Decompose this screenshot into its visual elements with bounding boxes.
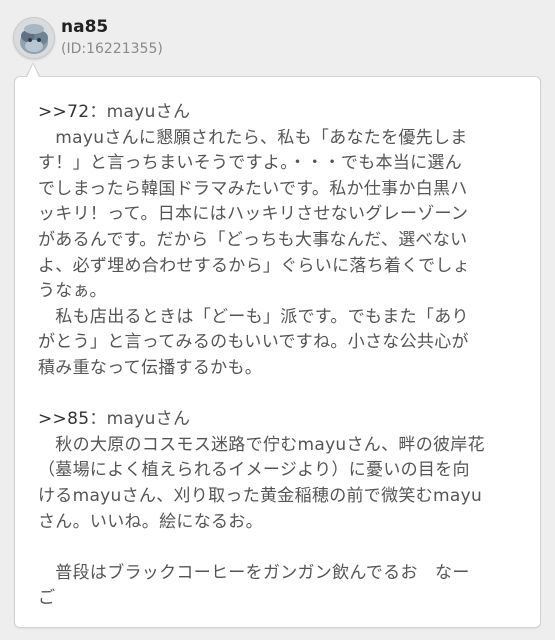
reply-line: >>85：mayuさん — [38, 407, 528, 433]
post-text-line: けるmayuさん、刈り取った黄金稲穂の前で微笑むmayu — [38, 485, 483, 506]
post-text-line: 積み重なって伝播するかも。 — [38, 357, 263, 378]
user-avatar[interactable] — [13, 17, 55, 59]
post-text-line: がとう」と言ってみるのもいいですね。小さな公共心が — [38, 332, 469, 353]
reply-target: ：mayuさん — [89, 102, 191, 122]
post-text-line: さん。いいね。絵になるお。 — [38, 511, 263, 532]
reply-anchor-link[interactable]: >>72 — [38, 102, 89, 122]
avatar-photo-icon — [14, 18, 54, 58]
post-body: >>72：mayuさん mayuさんに懇願されたら、私も「あなたを優先しま す！」… — [38, 100, 528, 612]
username[interactable]: na85 — [61, 17, 108, 37]
post-text-line: （墓場によく植えられるイメージより）に憂いの目を向 — [38, 460, 470, 481]
reply-target: ：mayuさん — [89, 409, 191, 430]
post-text-line: 私も店出るときは「どーも」派です。でもまた「あり — [38, 306, 469, 327]
reply-line: >>72：mayuさん — [38, 100, 528, 126]
reply-anchor-link[interactable]: >>85 — [38, 409, 89, 429]
post-text-line: があるんです。だから「どっちも大事なんだ、選べない — [38, 229, 468, 250]
post-text-line: よ、必ず埋め合わせするから」ぐらいに落ち着くでしょ — [38, 255, 470, 276]
post-text-line: ッキリ！って。日本にはハッキリさせないグレーゾーン — [38, 204, 469, 225]
post-text-line: す！」と言っちまいそうですよ。・・・でも本当に選ん — [38, 153, 462, 174]
post-text-line: mayuさんに懇願されたら、私も「あなたを優先しま — [38, 127, 468, 148]
post-text-line: 普段はブラックコーヒーをガンガン飲んでるお なー — [38, 562, 470, 583]
post-text-line: うなぁ。 — [38, 281, 107, 302]
card-pointer-fill — [27, 64, 39, 77]
post-text-line: 秋の大原のコスモス迷路で佇むmayuさん、畔の彼岸花 — [38, 434, 485, 455]
post-text-line: ご — [38, 588, 56, 609]
user-id: (ID:16221355) — [61, 41, 163, 57]
post-text-line: でしまったら韓国ドラマみたいです。私か仕事か白黒ハ — [38, 178, 468, 199]
post-header: na85 (ID:16221355) — [0, 0, 555, 72]
